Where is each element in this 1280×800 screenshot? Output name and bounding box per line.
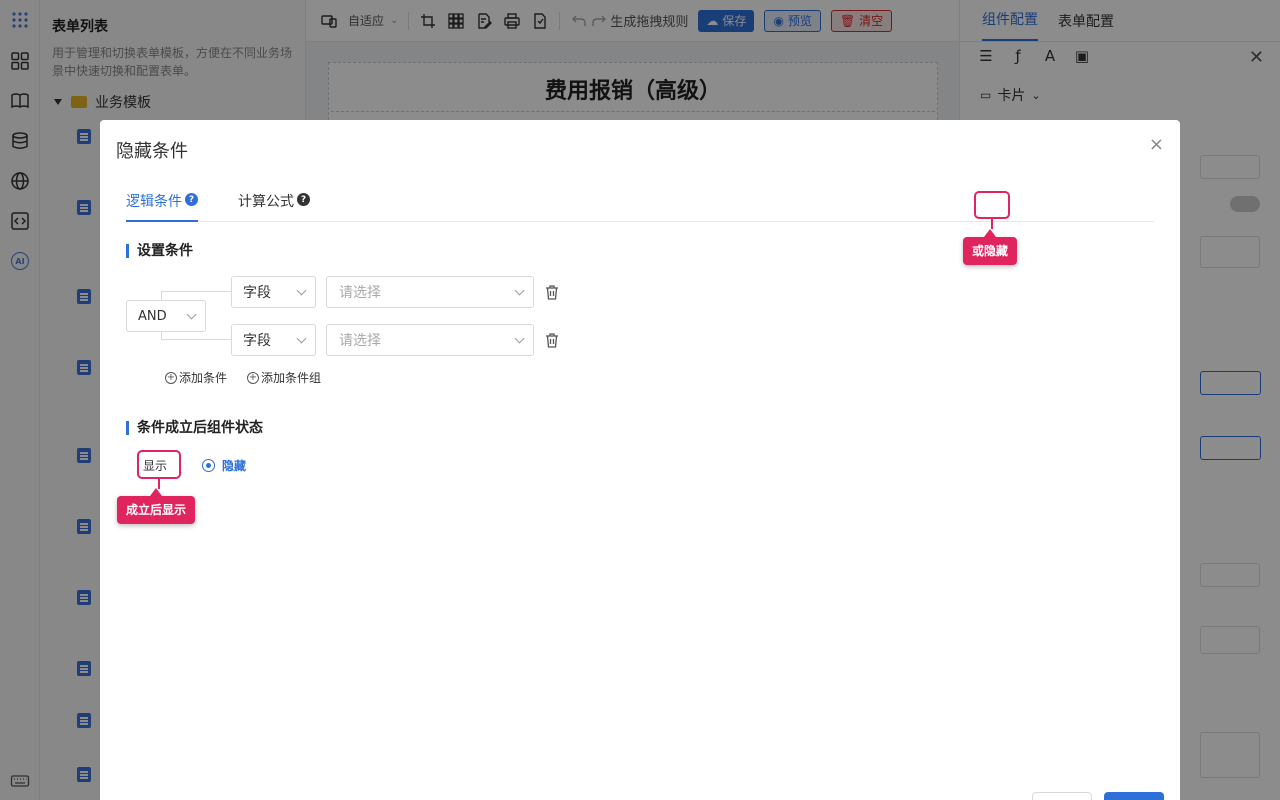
chevron-down-icon: [514, 333, 525, 344]
field-select-value: 字段: [243, 333, 271, 349]
help-icon[interactable]: ?: [297, 193, 310, 206]
tab-formula[interactable]: 计算公式 ?: [238, 184, 310, 222]
add-condition-button[interactable]: + 添加条件: [165, 369, 227, 386]
plus-circle-icon: +: [247, 371, 259, 384]
close-icon[interactable]: ×: [1149, 134, 1164, 155]
chevron-down-icon: [296, 333, 307, 344]
condition-value-select[interactable]: 请选择: [326, 324, 534, 356]
condition-field-select[interactable]: 字段: [231, 324, 316, 356]
add-condition-label: 添加条件: [179, 371, 228, 385]
logic-operator-select[interactable]: AND: [126, 300, 206, 332]
add-condition-group-label: 添加条件组: [261, 371, 322, 385]
add-condition-group-button[interactable]: + 添加条件组: [247, 369, 321, 386]
section-title-state: 条件成立后组件状态: [126, 421, 263, 435]
radio-hide[interactable]: 隐藏: [202, 457, 246, 474]
annotation-stem: [991, 219, 993, 229]
tab-label: 计算公式: [238, 194, 294, 210]
delete-condition-icon[interactable]: [544, 332, 560, 348]
delete-condition-icon[interactable]: [544, 284, 560, 300]
tab-logic-condition[interactable]: 逻辑条件 ?: [126, 184, 198, 222]
annotation-highlight-box: [974, 191, 1010, 219]
chevron-down-icon: [514, 285, 525, 296]
radio-hide-label: 隐藏: [222, 459, 247, 473]
logic-operator-value: AND: [138, 308, 167, 324]
connector-line: [161, 291, 231, 300]
dialog-title: 隐藏条件: [116, 141, 188, 162]
plus-circle-icon: +: [165, 371, 177, 384]
value-select-placeholder: 请选择: [339, 333, 381, 349]
annotation-highlight-box: [137, 450, 181, 479]
tab-label: 逻辑条件: [126, 194, 182, 210]
annotation-callout-hide: 或隐藏: [963, 229, 1018, 265]
annotation-callout-show: 成立后显示: [117, 488, 196, 524]
cancel-button[interactable]: [1032, 792, 1092, 800]
connector-line: [161, 332, 231, 340]
condition-value-select[interactable]: 请选择: [326, 276, 534, 308]
help-icon[interactable]: ?: [185, 193, 198, 206]
field-select-value: 字段: [243, 285, 271, 301]
chevron-down-icon: [186, 309, 197, 320]
section-title-conditions: 设置条件: [126, 244, 193, 258]
radio-selected-icon: [202, 459, 216, 472]
hide-condition-dialog: 隐藏条件 × 逻辑条件 ? 计算公式 ? 设置条件 AND 字段 请选择 字段 …: [100, 120, 1180, 800]
chevron-down-icon: [296, 285, 307, 296]
confirm-button[interactable]: [1104, 792, 1164, 800]
value-select-placeholder: 请选择: [339, 285, 381, 301]
condition-field-select[interactable]: 字段: [231, 276, 316, 308]
